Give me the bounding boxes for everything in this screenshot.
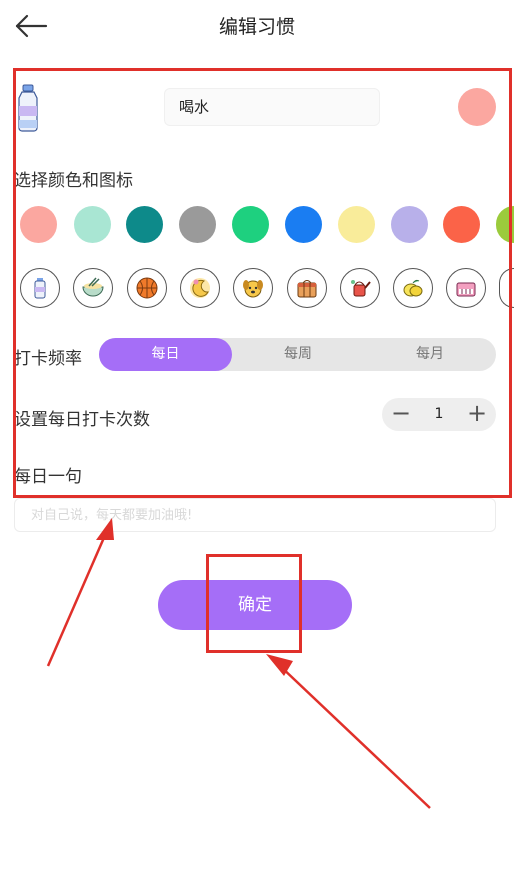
daily-count-stepper: − 1 + xyxy=(382,398,496,431)
confirm-button[interactable]: 确定 xyxy=(158,580,352,630)
color-swatch[interactable] xyxy=(74,206,111,243)
color-swatch[interactable] xyxy=(391,206,428,243)
tab-monthly[interactable]: 每月 xyxy=(364,338,496,371)
increment-button[interactable]: + xyxy=(460,398,494,431)
color-swatch[interactable] xyxy=(126,206,163,243)
gift-box-icon[interactable] xyxy=(287,268,327,308)
moon-sleep-icon[interactable] xyxy=(180,268,220,308)
color-swatch[interactable] xyxy=(232,206,269,243)
piano-icon[interactable] xyxy=(446,268,486,308)
daily-count-label: 设置每日打卡次数 xyxy=(14,410,150,430)
decrement-button[interactable]: − xyxy=(384,398,418,431)
color-swatch[interactable] xyxy=(20,206,57,243)
color-swatch[interactable] xyxy=(179,206,216,243)
color-swatch[interactable] xyxy=(443,206,480,243)
partial-icon[interactable] xyxy=(499,268,514,308)
frequency-label: 打卡频率 xyxy=(14,349,82,369)
color-swatch[interactable] xyxy=(496,206,514,243)
annotation-arrows xyxy=(46,518,431,809)
water-bottle-icon[interactable] xyxy=(20,268,60,308)
color-swatch[interactable] xyxy=(338,206,375,243)
tab-weekly[interactable]: 每周 xyxy=(232,338,364,371)
dog-icon[interactable] xyxy=(233,268,273,308)
daily-quote-input[interactable] xyxy=(14,498,496,532)
frequency-selector: 每日 每周 每月 xyxy=(99,338,496,371)
daily-count-value: 1 xyxy=(434,406,444,422)
page-title: 编辑习惯 xyxy=(218,16,295,38)
basketball-icon[interactable] xyxy=(127,268,167,308)
daily-quote-label: 每日一句 xyxy=(14,467,82,487)
lemon-icon[interactable] xyxy=(393,268,433,308)
tab-daily[interactable]: 每日 xyxy=(99,338,232,371)
habit-name-input[interactable]: 喝水 xyxy=(164,88,380,126)
color-icon-section-label: 选择颜色和图标 xyxy=(14,171,133,191)
selected-color-indicator xyxy=(458,88,496,126)
watering-can-icon[interactable] xyxy=(340,268,380,308)
color-swatch[interactable] xyxy=(285,206,322,243)
water-bottle-icon xyxy=(18,84,38,132)
noodle-bowl-icon[interactable] xyxy=(73,268,113,308)
header-bar: 编辑习惯 xyxy=(0,0,514,54)
